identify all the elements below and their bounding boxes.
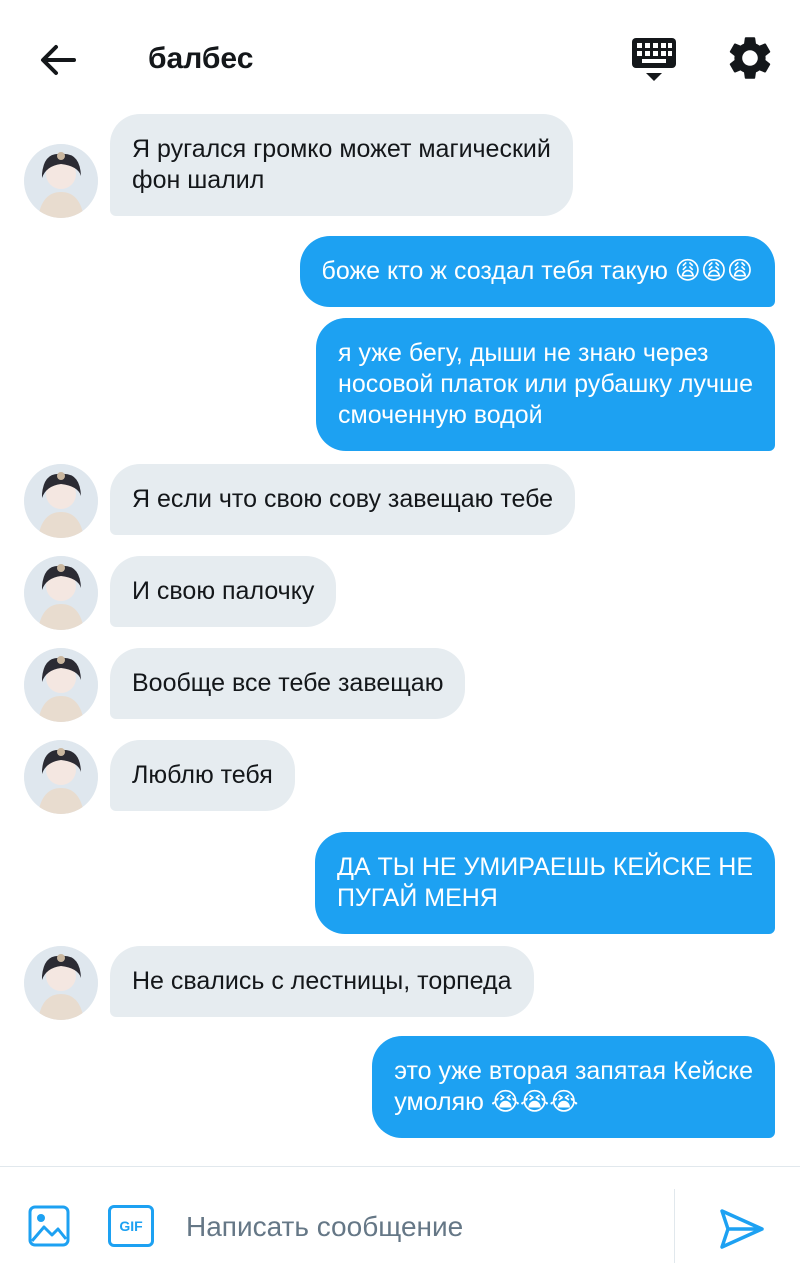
keyboard-icon [632,38,676,81]
settings-button[interactable] [724,32,776,84]
avatar[interactable] [24,144,98,218]
incoming-message[interactable]: Вообще все тебе завещаю [110,648,466,719]
keyboard-shortcuts-button[interactable] [628,34,680,86]
incoming-message[interactable]: И свою палочку [110,556,337,627]
composer-divider [674,1189,675,1263]
gear-icon [729,37,771,79]
avatar[interactable] [24,464,98,538]
outgoing-message[interactable]: я уже бегу, дыши не знаю через носовой п… [316,318,775,451]
message-list[interactable]: Я ругался громко может магический фон ша… [0,112,800,1162]
outgoing-message[interactable]: это уже вторая запятая Кейске умоляю 😭😭😭 [372,1036,775,1138]
incoming-message[interactable]: Я если что свою сову завещаю тебе [110,464,576,535]
outgoing-message[interactable]: боже кто ж создал тебя такую 😩😩😩 [299,236,775,307]
incoming-message[interactable]: Я ругался громко может магический фон ша… [110,114,573,216]
incoming-message[interactable]: Люблю тебя [110,740,295,811]
add-image-button[interactable] [28,1205,70,1247]
arrow-left-icon [41,45,76,75]
chat-header: балбес [0,0,800,118]
avatar[interactable] [24,648,98,722]
outgoing-message[interactable]: ДА ТЫ НЕ УМИРАЕШЬ КЕЙСКЕ НЕ ПУГАЙ МЕНЯ [314,832,775,934]
image-icon [28,1205,70,1247]
incoming-message[interactable]: Не свались с лестницы, торпеда [110,946,534,1017]
message-composer: GIF [0,1166,800,1280]
avatar[interactable] [24,556,98,630]
send-icon [720,1209,764,1249]
add-gif-button[interactable]: GIF [108,1205,154,1247]
avatar[interactable] [24,946,98,1020]
avatar[interactable] [24,740,98,814]
conversation-title: балбес [148,42,254,75]
back-button[interactable] [36,38,80,82]
send-button[interactable] [718,1207,766,1251]
message-input[interactable] [186,1205,656,1249]
